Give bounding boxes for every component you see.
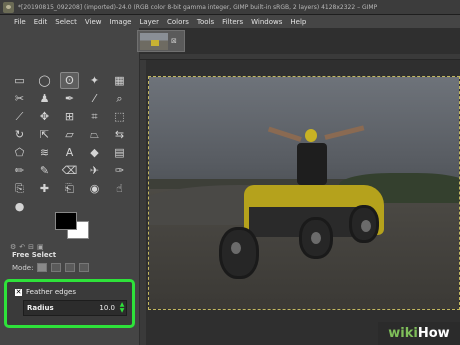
crop-icon[interactable]: ⌗ [85,108,104,125]
image-tab[interactable]: ⊠ [137,30,185,52]
gimp-icon [3,1,14,13]
tool-options-tab-icon[interactable]: ⚙ [10,243,16,251]
mode-add-button[interactable] [51,263,62,272]
perspective-icon[interactable]: ⏢ [85,126,104,143]
stepper-down-icon[interactable]: ▼ [120,308,125,314]
unified-transform-icon[interactable]: ⬚ [110,108,129,125]
warp-icon[interactable]: ≋ [35,144,54,161]
photo-rider [297,143,327,185]
pencil-icon[interactable]: ✏ [10,162,29,179]
close-icon[interactable]: ⊠ [171,37,177,45]
radius-spinbox[interactable]: Radius 10.0 ▲ ▼ [23,300,127,316]
color-swatches [55,208,95,240]
perspective-clone-icon[interactable]: ⎗ [60,180,79,197]
text-icon[interactable]: A [60,144,79,161]
clone-icon[interactable]: ⎘ [10,180,29,197]
foreground-select-icon[interactable]: ♟ [35,90,54,107]
mode-label: Mode: [12,263,34,272]
align-icon[interactable]: ⊞ [60,108,79,125]
feather-edges-highlight: ✕ Feather edges Radius 10.0 ▲ ▼ [4,279,135,328]
photo-atv-wheel [219,227,259,279]
photo-rider-helmet [305,129,317,142]
image-thumbnail [140,32,168,50]
shear-icon[interactable]: ▱ [60,126,79,143]
ink-icon[interactable]: ✑ [110,162,129,179]
scale-icon[interactable]: ⇱ [35,126,54,143]
eraser-icon[interactable]: ⌫ [60,162,79,179]
blur-icon[interactable]: ◉ [85,180,104,197]
device-status-tab-icon[interactable]: ↶ [19,243,25,251]
paintbrush-icon[interactable]: ✎ [35,162,54,179]
dodge-burn-icon[interactable]: ● [10,198,29,215]
menu-file[interactable]: File [14,18,26,26]
airbrush-icon[interactable]: ✈ [85,162,104,179]
gradient-icon[interactable]: ▤ [110,144,129,161]
menu-filters[interactable]: Filters [222,18,243,26]
rect-select-icon[interactable]: ▭ [10,72,29,89]
scissors-icon[interactable]: ✂ [10,90,29,107]
free-select-icon[interactable]: ʘ [60,72,79,89]
toolbox: ▭ ◯ ʘ ✦ ▦ ✂ ♟ ✒ ⁄ ⌕ ⟋ ✥ ⊞ ⌗ ⬚ ↻ ⇱ ▱ ⏢ ⇆ ⬠ ≋ A ◆ ▤ ✏ ✎ ⌫ ✈ ✑ ⎘ ✚ ⎗ ◉ ☝ ● ⚙ ↶… [0,28,140,345]
color-select-icon[interactable]: ▦ [110,72,129,89]
title-bar: *[20190815_092208] (imported)-24.0 (RGB … [0,0,460,15]
menu-layer[interactable]: Layer [139,18,159,26]
photo-atv-wheel [299,217,333,259]
menu-bar: File Edit Select View Image Layer Colors… [0,15,460,28]
watermark-wiki: wiki [388,326,418,341]
menu-tools[interactable]: Tools [197,18,214,26]
mode-subtract-button[interactable] [65,263,76,272]
zoom-icon[interactable]: ⌕ [110,90,129,107]
flip-icon[interactable]: ⇆ [110,126,129,143]
photo-atv-wheel [349,205,379,243]
cage-icon[interactable]: ⬠ [10,144,29,161]
foreground-color[interactable] [55,212,77,230]
wikihow-watermark: wiki How [378,322,460,345]
radius-label: Radius [27,304,54,312]
menu-colors[interactable]: Colors [167,18,189,26]
image-canvas[interactable] [148,76,460,310]
images-tab-icon[interactable]: ▣ [37,243,44,251]
feather-edges-label: Feather edges [26,288,76,296]
mode-intersect-button[interactable] [79,263,90,272]
tool-grid: ▭ ◯ ʘ ✦ ▦ ✂ ♟ ✒ ⁄ ⌕ ⟋ ✥ ⊞ ⌗ ⬚ ↻ ⇱ ▱ ⏢ ⇆ ⬠ ≋ A ◆ ▤ ✏ ✎ ⌫ ✈ ✑ ⎘ ✚ ⎗ ◉ ☝ ● [10,72,129,215]
radius-stepper[interactable]: ▲ ▼ [118,301,126,315]
color-picker-icon[interactable]: ⁄ [85,90,104,107]
menu-select[interactable]: Select [55,18,77,26]
tool-options-title: Free Select [12,251,57,259]
menu-help[interactable]: Help [290,18,306,26]
measure-icon[interactable]: ⟋ [10,108,29,125]
horizontal-ruler [140,54,460,60]
bucket-fill-icon[interactable]: ◆ [85,144,104,161]
radius-value[interactable]: 10.0 [99,304,115,312]
move-icon[interactable]: ✥ [35,108,54,125]
mode-row: Mode: [12,263,90,272]
feather-edges-row: ✕ Feather edges [15,288,76,296]
menu-windows[interactable]: Windows [251,18,282,26]
undo-history-tab-icon[interactable]: ⊟ [28,243,34,251]
smudge-icon[interactable]: ☝ [110,180,129,197]
menu-image[interactable]: Image [110,18,132,26]
vertical-ruler [140,60,146,345]
feather-edges-checkbox[interactable]: ✕ [15,288,22,296]
paths-icon[interactable]: ✒ [60,90,79,107]
ellipse-select-icon[interactable]: ◯ [35,72,54,89]
menu-view[interactable]: View [85,18,102,26]
mode-replace-button[interactable] [37,263,48,272]
fuzzy-select-icon[interactable]: ✦ [85,72,104,89]
window-title: *[20190815_092208] (imported)-24.0 (RGB … [18,3,378,11]
watermark-how: How [417,326,450,341]
menu-edit[interactable]: Edit [34,18,48,26]
heal-icon[interactable]: ✚ [35,180,54,197]
rotate-icon[interactable]: ↻ [10,126,29,143]
